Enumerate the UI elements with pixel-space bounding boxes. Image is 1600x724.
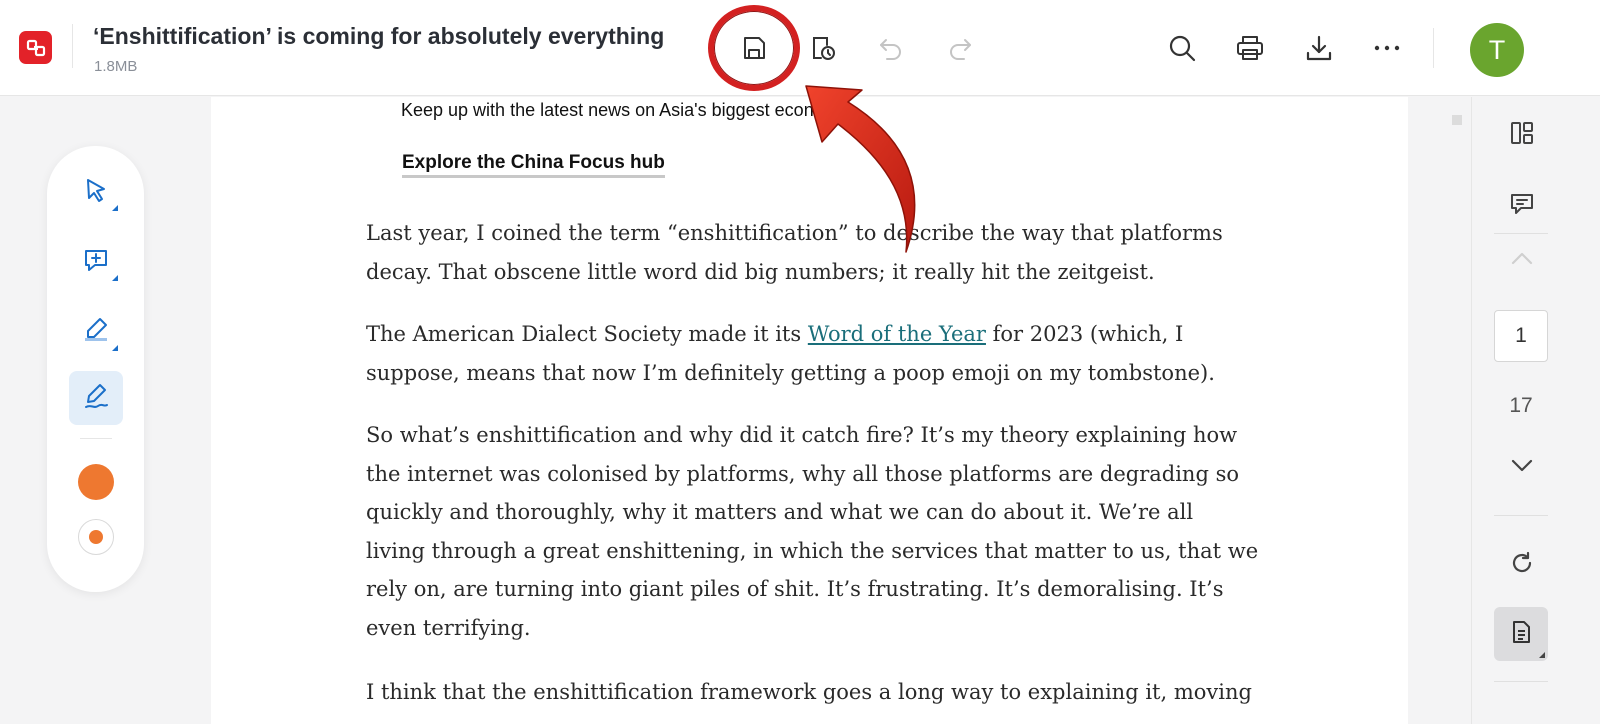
previous-page-button[interactable] [1500, 239, 1544, 283]
save-icon [740, 34, 768, 62]
right-sidebar: 1 17 [1471, 97, 1600, 724]
divider [80, 438, 112, 439]
highlighter-icon [82, 316, 110, 349]
current-page-input[interactable]: 1 [1494, 310, 1548, 362]
layout-panels-icon [1509, 120, 1535, 151]
more-options-button[interactable] [1367, 28, 1407, 68]
annotation-tool-palette [47, 146, 144, 592]
text-line: quickly and thoroughly, why it matters a… [366, 500, 1194, 524]
text-line: suppose, means that now I’m definitely g… [366, 360, 1215, 385]
word-of-the-year-link[interactable]: Word of the Year [808, 322, 986, 346]
redo-button[interactable] [940, 28, 980, 68]
document-icon [1508, 619, 1534, 650]
version-history-button[interactable] [803, 28, 843, 68]
file-size: 1.8MB [94, 58, 138, 75]
text-line: Last year, I coined the term “enshittifi… [366, 221, 1223, 245]
comment-tool[interactable] [69, 235, 123, 289]
total-pages: 17 [1509, 394, 1533, 417]
promo-text: Keep up with the latest news on Asia's b… [401, 100, 852, 120]
download-button[interactable] [1299, 28, 1339, 68]
app-logo-icon[interactable] [19, 31, 52, 64]
user-avatar[interactable]: T [1470, 23, 1524, 77]
text-line: So what’s enshittification and why did i… [366, 423, 1238, 447]
paragraph-2: The American Dialect Society made it its… [366, 315, 1266, 392]
chevron-down-icon [1509, 452, 1535, 483]
comments-panel-button[interactable] [1500, 184, 1544, 228]
more-horizontal-icon [1372, 33, 1402, 63]
expand-indicator-icon [1539, 652, 1545, 658]
text-line: decay. That obscene little word did big … [366, 259, 1155, 284]
text-line: even terrifying. [366, 615, 531, 640]
chevron-up-icon [1509, 246, 1535, 277]
next-page-button[interactable] [1500, 445, 1544, 489]
rotate-button[interactable] [1500, 543, 1544, 587]
china-focus-hub-link[interactable]: Explore the China Focus hub [402, 152, 665, 178]
paragraph-4: I think that the enshittification framew… [366, 673, 1266, 712]
divider [1494, 681, 1548, 682]
text-line: rely on, are turning into giant piles of… [366, 577, 1224, 601]
page-view-button[interactable] [1494, 607, 1548, 661]
file-history-icon [808, 33, 838, 63]
document-title: ‘Enshittification’ is coming for absolut… [93, 23, 665, 49]
divider [72, 24, 73, 68]
select-tool[interactable] [69, 165, 123, 219]
pen-icon [82, 382, 110, 415]
expand-indicator-icon [112, 345, 118, 351]
add-comment-icon [82, 246, 110, 279]
document-page: Keep up with the latest news on Asia's b… [211, 97, 1408, 724]
divider [1494, 515, 1548, 516]
cursor-icon [82, 176, 110, 209]
expand-indicator-icon [112, 275, 118, 281]
search-button[interactable] [1162, 28, 1202, 68]
text-line: I think that the enshittification framew… [366, 680, 1252, 704]
comment-icon [1509, 191, 1535, 222]
paragraph-3: So what’s enshittification and why did i… [366, 416, 1266, 647]
divider [1433, 28, 1434, 68]
text-line: living through a great enshittening, in … [366, 538, 1259, 563]
pen-size-dot [89, 530, 103, 544]
top-toolbar: ‘Enshittification’ is coming for absolut… [0, 0, 1600, 96]
refresh-icon [1509, 550, 1535, 581]
thumbnails-button[interactable] [1500, 113, 1544, 157]
undo-icon [877, 34, 905, 62]
text-line: The American Dialect Society made it its… [366, 315, 1266, 354]
download-icon [1304, 33, 1334, 63]
paragraph-1: Last year, I coined the term “enshittifi… [366, 214, 1266, 291]
text-segment: The American Dialect Society made it its [366, 322, 808, 346]
expand-indicator-icon [112, 205, 118, 211]
search-icon [1167, 33, 1197, 63]
divider [1494, 233, 1548, 234]
pen-size-selector[interactable] [78, 519, 114, 555]
text-line: the internet was colonised by platforms,… [366, 461, 1239, 486]
save-button[interactable] [734, 28, 774, 68]
undo-button[interactable] [871, 28, 911, 68]
printer-icon [1235, 33, 1265, 63]
redo-icon [946, 34, 974, 62]
text-segment: for 2023 (which, I [985, 322, 1184, 346]
highlighter-tool[interactable] [69, 305, 123, 359]
scrollbar-thumb[interactable] [1452, 115, 1462, 125]
pen-color-swatch[interactable] [78, 464, 114, 500]
draw-tool[interactable] [69, 371, 123, 425]
print-button[interactable] [1230, 28, 1270, 68]
